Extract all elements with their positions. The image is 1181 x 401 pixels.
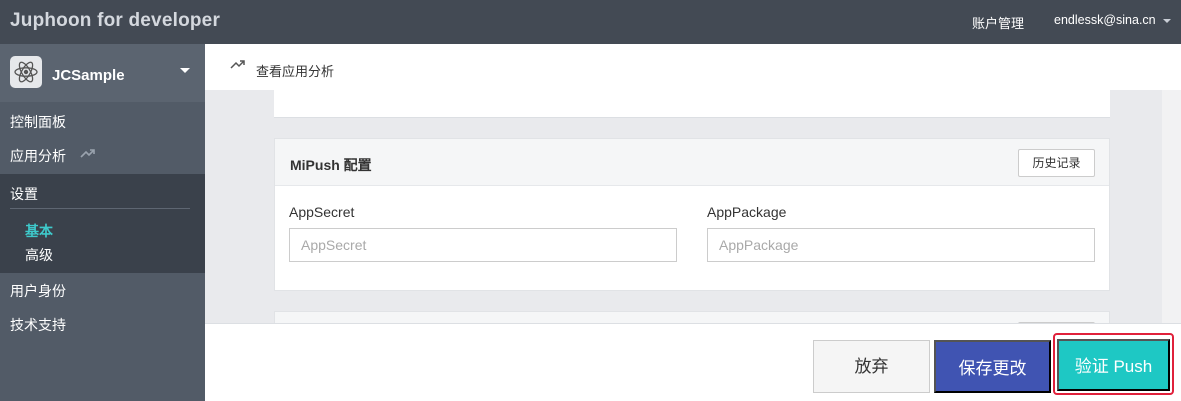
app-secret-input[interactable] — [289, 228, 677, 262]
action-bar: 放弃 保存更改 验证 Push — [205, 323, 1181, 401]
sidebar-subitem-basic[interactable]: 基本 — [25, 221, 53, 241]
sidebar-subitem-advanced[interactable]: 高级 — [25, 245, 53, 265]
scrollbar-track[interactable] — [1162, 90, 1181, 325]
app-name: JCSample — [52, 67, 125, 84]
account-management-link[interactable]: 账户管理 — [972, 13, 1024, 32]
mipush-config-panel: MiPush 配置 历史记录 AppSecret AppPackage — [274, 138, 1110, 291]
caret-down-icon[interactable] — [180, 68, 190, 73]
previous-panel — [274, 90, 1110, 118]
atom-icon — [10, 56, 42, 88]
brand-logo[interactable]: Juphoon for developer — [10, 10, 220, 32]
content-header: 查看应用分析 — [205, 44, 1181, 90]
trend-icon — [230, 60, 245, 69]
sidebar-item-analytics[interactable]: 应用分析 — [10, 146, 66, 166]
sidebar-item-user-identity[interactable]: 用户身份 — [10, 281, 66, 301]
sidebar: JCSample 控制面板 应用分析 设置 基本 高级 用户身份 技术支持 — [0, 44, 205, 401]
page-title[interactable]: 查看应用分析 — [256, 61, 334, 80]
sidebar-item-dashboard[interactable]: 控制面板 — [10, 112, 66, 132]
app-secret-label: AppSecret — [289, 204, 355, 220]
app-package-label: AppPackage — [707, 204, 787, 220]
panel-header: MiPush 配置 历史记录 — [275, 139, 1109, 186]
app-package-input[interactable] — [707, 228, 1095, 262]
top-bar: Juphoon for developer 账户管理 endlessk@sina… — [0, 0, 1181, 44]
verify-push-button[interactable]: 验证 Push — [1057, 339, 1170, 391]
user-menu[interactable]: endlessk@sina.cn — [1054, 13, 1156, 27]
sidebar-item-settings[interactable]: 设置 — [10, 184, 38, 204]
sidebar-settings-group: 设置 基本 高级 — [0, 174, 205, 273]
trend-icon — [80, 149, 95, 158]
history-button[interactable]: 历史记录 — [1018, 149, 1095, 177]
app-selector[interactable]: JCSample — [0, 44, 205, 102]
caret-down-icon[interactable] — [1163, 19, 1171, 23]
divider — [10, 208, 190, 209]
save-changes-button[interactable]: 保存更改 — [934, 340, 1051, 393]
panel-title: MiPush 配置 — [290, 157, 372, 173]
sidebar-item-tech-support[interactable]: 技术支持 — [10, 315, 66, 335]
discard-button[interactable]: 放弃 — [813, 340, 930, 393]
